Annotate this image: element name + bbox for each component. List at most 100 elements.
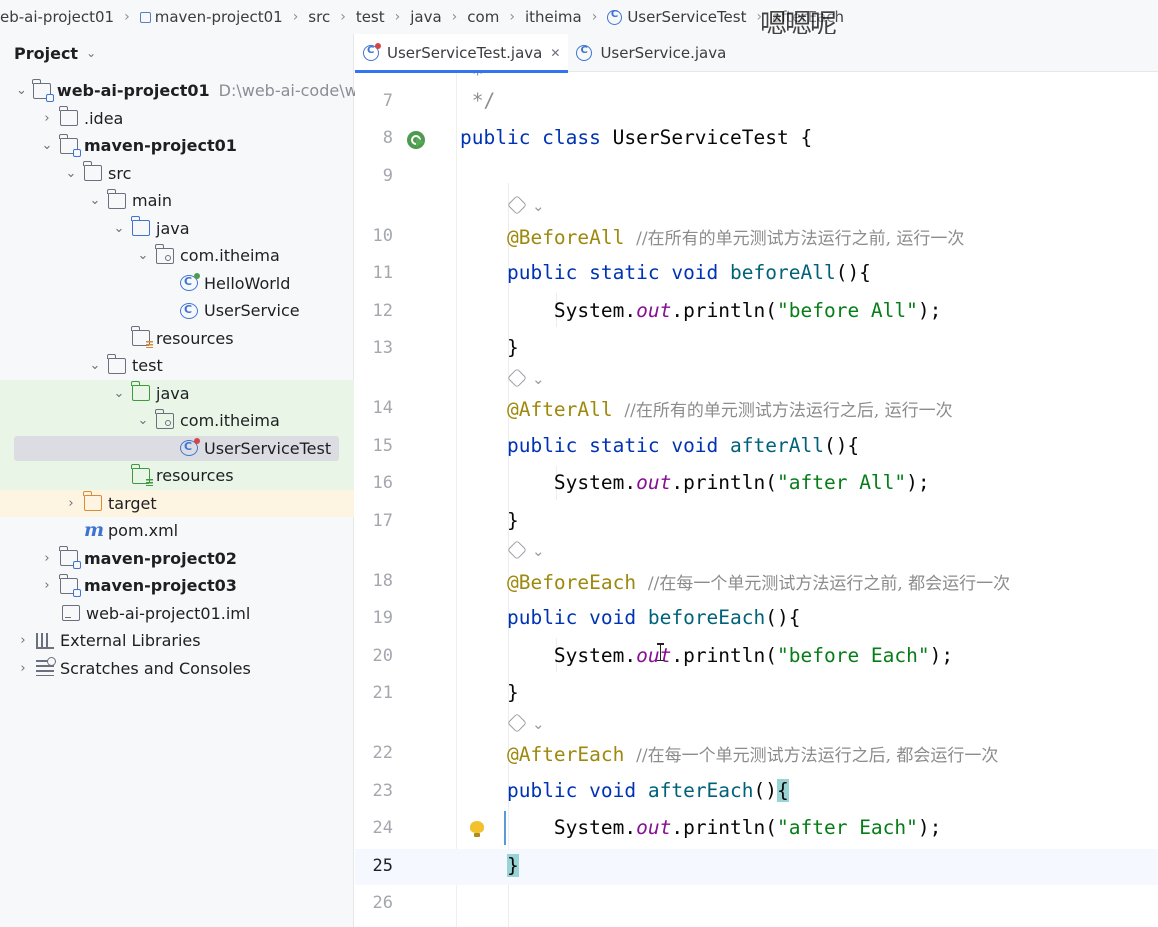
close-icon[interactable]: ✕ — [550, 46, 560, 60]
chevron-right-icon[interactable]: › — [40, 111, 54, 126]
string-literal: "before Each" — [777, 644, 930, 667]
tree-item-maven-project02[interactable]: › maven-project02 — [0, 545, 354, 573]
tree-label: maven-project01 — [84, 136, 237, 156]
folder-icon — [107, 353, 126, 374]
chevron-right-icon: › — [292, 9, 299, 25]
project-tree: ⌄ web-ai-project01 D:\web-ai-code\we › .… — [0, 77, 368, 683]
tree-item-iml[interactable]: › web-ai-project01.iml — [0, 600, 354, 628]
line-number: 19 — [372, 608, 393, 628]
breadcrumb-item-module[interactable]: maven-project01 — [139, 8, 283, 26]
tree-item-web-ai-project01[interactable]: ⌄ web-ai-project01 D:\web-ai-code\we — [0, 77, 368, 105]
scratches-icon — [36, 657, 56, 677]
code-line: 11 public static void beforeAll(){ — [355, 256, 1158, 292]
chevron-down-icon[interactable]: ⌄ — [136, 248, 150, 263]
chevron-right-icon[interactable]: › — [16, 633, 30, 648]
tree-item-external-libraries[interactable]: › External Libraries — [0, 627, 354, 655]
tree-item-test[interactable]: ⌄ test — [0, 352, 354, 380]
class-name: UserServiceTest — [612, 126, 789, 149]
string-literal: "before All" — [777, 299, 918, 322]
folder-icon — [107, 188, 126, 209]
tree-item-main[interactable]: ⌄ main — [0, 187, 354, 215]
tree-item-main-java[interactable]: ⌄ java — [0, 215, 354, 243]
code-line: 7 */ — [355, 84, 1158, 120]
tree-label: maven-project03 — [84, 576, 237, 596]
breadcrumb-item-project[interactable]: eb-ai-project01 — [0, 8, 114, 26]
tree-item-src[interactable]: ⌄ src — [0, 160, 354, 188]
breadcrumb-item-com[interactable]: com — [467, 8, 499, 26]
chevron-right-icon[interactable]: › — [40, 578, 54, 593]
tree-item-pom[interactable]: › m pom.xml — [0, 517, 354, 545]
code-line: 9 — [355, 159, 1158, 195]
breadcrumb-label: UserServiceTest — [627, 8, 747, 26]
tree-item-main-package[interactable]: ⌄ com.itheima — [0, 242, 354, 270]
tree-item-userservicetest[interactable]: › UserServiceTest — [0, 434, 354, 462]
project-panel: Project ⌄ ⌄ web-ai-project01 D:\web-ai-c… — [0, 34, 368, 927]
tree-item-test-java[interactable]: ⌄ java — [0, 379, 354, 407]
chevron-down-icon[interactable]: ⌄ — [112, 386, 126, 401]
tree-label: UserServiceTest — [204, 438, 332, 458]
tree-item-main-resources[interactable]: › resources — [0, 325, 354, 353]
chevron-down-icon[interactable]: ⌄ — [136, 413, 150, 428]
editor-tabs: UserServiceTest.java ✕ UserService.java — [355, 34, 1158, 73]
chevron-right-icon[interactable]: › — [16, 661, 30, 676]
tree-label: UserService — [204, 301, 300, 321]
code-line: 26 — [355, 886, 1158, 922]
package-icon — [155, 243, 174, 264]
line-number: 17 — [372, 511, 393, 531]
tree-item-userservice[interactable]: › UserService — [0, 297, 354, 325]
breadcrumb-label: java — [410, 8, 442, 26]
line-number: 9 — [382, 166, 393, 186]
tree-item-helloworld[interactable]: › HelloWorld — [0, 270, 354, 298]
chevron-down-icon[interactable]: ⌄ — [16, 83, 27, 98]
line-number: 15 — [372, 436, 393, 456]
code-line: 19 public void beforeEach(){ — [355, 601, 1158, 637]
chevron-down-icon[interactable]: ⌄ — [40, 138, 54, 153]
breadcrumb-item-test[interactable]: test — [356, 8, 385, 26]
tree-item-maven-project03[interactable]: › maven-project03 — [0, 572, 354, 600]
tree-label: java — [156, 383, 190, 403]
breadcrumb-item-itheima[interactable]: itheima — [525, 8, 582, 26]
tree-label: src — [108, 163, 132, 183]
line-number: 21 — [372, 683, 393, 703]
inlay-hint[interactable]: ⌄ — [507, 713, 545, 733]
tree-item-target[interactable]: › target — [0, 489, 354, 517]
panel-title: Project — [14, 43, 79, 63]
code-editor[interactable]: * 7 */ 8 public class UserServiceTest { … — [355, 73, 1158, 927]
annotation: @BeforeEach — [506, 571, 637, 594]
tree-item-maven-project01[interactable]: ⌄ maven-project01 — [0, 132, 354, 160]
code-line: 8 public class UserServiceTest { — [355, 121, 1158, 157]
project-view-selector[interactable]: Project ⌄ — [0, 34, 353, 72]
chevron-down-icon[interactable]: ⌄ — [88, 193, 102, 208]
tree-path: D:\web-ai-code\we — [218, 81, 368, 101]
chevron-down-icon[interactable]: ⌄ — [112, 221, 126, 236]
line-number: 16 — [372, 473, 393, 493]
inlay-hint[interactable]: ⌄ — [507, 195, 545, 215]
inlay-hint[interactable]: ⌄ — [507, 368, 545, 388]
chevron-right-icon[interactable]: › — [64, 496, 78, 511]
folder-icon — [83, 161, 102, 182]
chevron-down-icon[interactable]: ⌄ — [64, 166, 78, 181]
code-line: 14 @AfterAll //在所有的单元测试方法运行之后, 运行一次 — [355, 391, 1158, 427]
tree-label: target — [108, 493, 157, 513]
tree-item-test-resources[interactable]: › resources — [0, 462, 354, 490]
breadcrumb: eb-ai-project01 › maven-project01 › src … — [0, 0, 1158, 34]
code-comment: //在所有的单元测试方法运行之前, 运行一次 — [636, 229, 965, 249]
chevron-down-icon[interactable]: ⌄ — [88, 358, 102, 373]
code-comment: //在每一个单元测试方法运行之前, 都会运行一次 — [647, 574, 1011, 594]
breadcrumb-item-class[interactable]: UserServiceTest — [607, 8, 746, 26]
class-icon — [576, 45, 593, 61]
tree-item-test-package[interactable]: ⌄ com.itheima — [0, 407, 354, 435]
run-test-icon[interactable] — [407, 131, 425, 149]
code-line: 17 } — [355, 504, 1158, 540]
ai-hint-icon — [507, 540, 527, 560]
chevron-right-icon[interactable]: › — [40, 551, 54, 566]
tab-userservicetest[interactable]: UserServiceTest.java ✕ — [355, 34, 569, 73]
inlay-hint[interactable]: ⌄ — [507, 540, 545, 560]
tree-item-idea[interactable]: › .idea — [0, 105, 354, 133]
tree-item-scratches[interactable]: › Scratches and Consoles — [0, 655, 354, 683]
line-number: 7 — [382, 91, 393, 111]
breadcrumb-item-src[interactable]: src — [308, 8, 330, 26]
tab-userservice[interactable]: UserService.java — [568, 34, 734, 72]
code-line: 16 System.out.println("after All"); — [355, 466, 1158, 502]
breadcrumb-item-java[interactable]: java — [410, 8, 441, 26]
